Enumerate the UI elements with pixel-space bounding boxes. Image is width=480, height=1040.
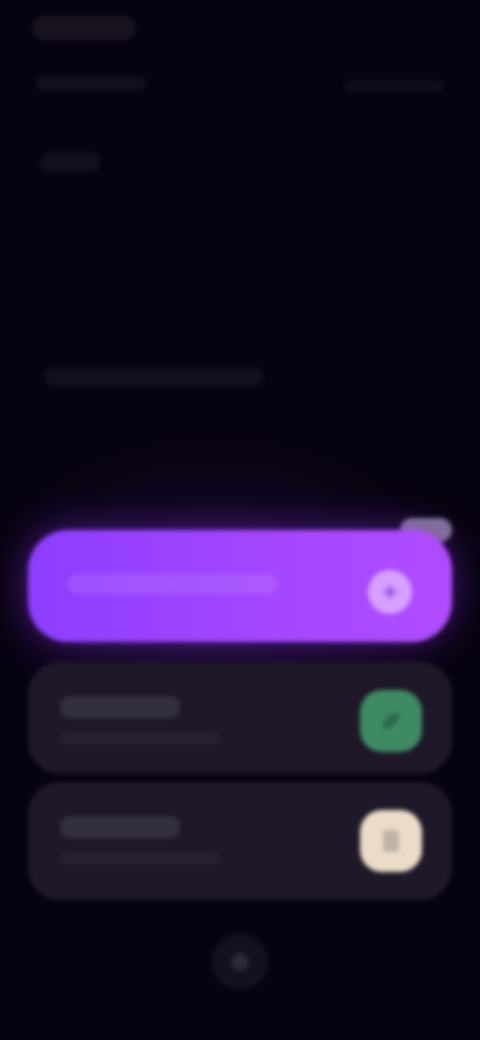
header-left-text[interactable]: [36, 76, 146, 90]
leaf-icon-glyph: [383, 713, 399, 729]
app-screen: [0, 0, 480, 1040]
section-label: [44, 368, 264, 386]
primary-card-label: [68, 574, 278, 594]
primary-action-card[interactable]: [28, 530, 452, 642]
list-card-title: [60, 816, 180, 838]
list-card-subtitle: [60, 732, 220, 744]
document-icon-glyph: [383, 830, 399, 852]
leaf-icon: [360, 690, 422, 752]
document-icon: [360, 810, 422, 872]
plus-icon[interactable]: [368, 570, 412, 614]
status-time: [32, 16, 136, 40]
plus-icon-glyph: [383, 585, 397, 599]
status-bar: [0, 0, 480, 60]
home-button-icon[interactable]: [212, 934, 268, 990]
page-title: [40, 152, 100, 172]
list-card-item[interactable]: [28, 782, 452, 900]
list-card-title: [60, 696, 180, 718]
home-button-dot: [231, 953, 249, 971]
header-right-text[interactable]: [344, 80, 444, 92]
list-card-subtitle: [60, 852, 220, 864]
list-card-item[interactable]: [28, 662, 452, 774]
header-row: [36, 76, 444, 102]
